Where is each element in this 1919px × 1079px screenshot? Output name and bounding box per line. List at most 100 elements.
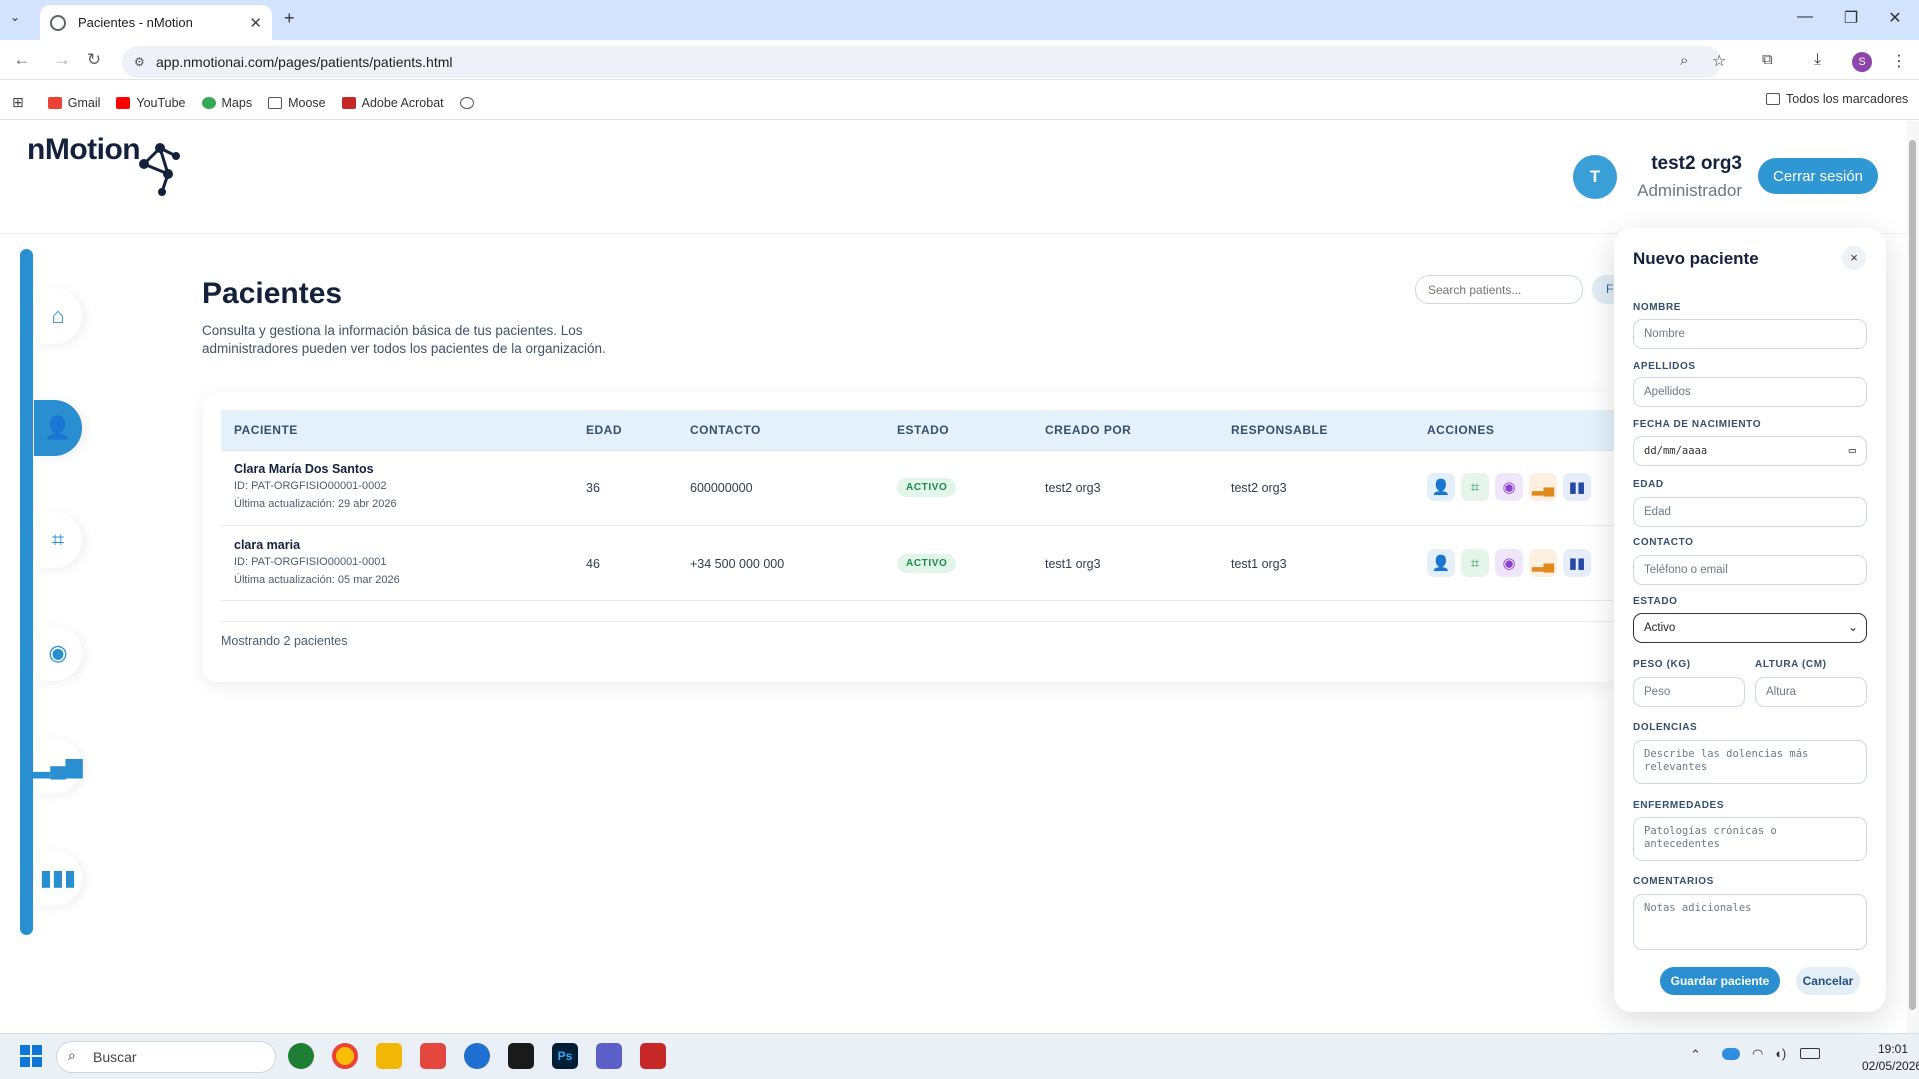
col-creado-por[interactable]: CREADO POR (1045, 423, 1131, 437)
sidebar-item-reports[interactable]: ▮▮▮ (34, 850, 82, 906)
patient-id: ID: PAT-ORGFISIO00001-0002 (234, 480, 387, 492)
eye-action-icon[interactable]: ◉ (1495, 473, 1523, 501)
app-circle-icon[interactable] (464, 1043, 490, 1069)
user-avatar[interactable]: T (1573, 155, 1617, 199)
signal-action-icon[interactable]: ▂▄ (1529, 473, 1557, 501)
address-bar[interactable]: app.nmotionai.com/pages/patients/patient… (122, 46, 1722, 78)
signal-action-icon[interactable]: ▂▄ (1529, 549, 1557, 577)
patient-name[interactable]: clara maria (234, 538, 300, 552)
wifi-icon[interactable]: ◠ (1752, 1046, 1763, 1062)
apps-grid-icon[interactable]: ⊞ (12, 94, 24, 111)
sidebar-item-home[interactable]: ⌂ (34, 288, 82, 344)
body-scan-action-icon[interactable]: ⌗ (1461, 549, 1489, 577)
battery-icon[interactable] (1800, 1048, 1820, 1059)
col-estado[interactable]: ESTADO (897, 423, 949, 437)
nombre-field[interactable]: Nombre (1633, 319, 1867, 349)
col-acciones: ACCIONES (1427, 423, 1495, 437)
browser-tab[interactable]: Pacientes - nMotion ✕ (40, 5, 272, 40)
status-badge: ACTIVO (897, 478, 957, 497)
patient-id: ID: PAT-ORGFISIO00001-0001 (234, 556, 387, 568)
onedrive-icon[interactable] (1722, 1048, 1740, 1060)
acrobat-icon[interactable] (640, 1043, 666, 1069)
profile-avatar[interactable]: S (1852, 52, 1872, 72)
cancel-button[interactable]: Cancelar (1796, 967, 1860, 995)
apellidos-field[interactable]: Apellidos (1633, 377, 1867, 407)
taskbar-clock[interactable]: 19:01 02/05/2026 (1862, 1041, 1919, 1075)
label-nombre: NOMBRE (1633, 302, 1682, 313)
teams-icon[interactable] (596, 1043, 622, 1069)
altura-field[interactable]: Altura (1755, 677, 1867, 707)
taskbar-search[interactable]: Buscar (56, 1041, 276, 1073)
patient-updated: Última actualización: 29 abr 2026 (234, 498, 397, 510)
terminal-icon[interactable] (508, 1043, 534, 1069)
back-icon[interactable]: ← (10, 50, 34, 70)
calendar-icon[interactable]: ▭ (1849, 443, 1856, 457)
edad-field[interactable]: Edad (1633, 497, 1867, 527)
volume-icon[interactable]: ◖) (1774, 1046, 1786, 1061)
estado-select[interactable]: Activo ⌄ (1633, 613, 1867, 643)
download-icon[interactable]: ⤓ (1814, 51, 1821, 69)
restore-icon[interactable]: ❐ (1836, 8, 1866, 28)
bar-chart-action-icon[interactable]: ▮▮ (1563, 473, 1591, 501)
bar-chart-action-icon[interactable]: ▮▮ (1563, 549, 1591, 577)
sidebar-item-signals[interactable]: ▂▄▆ (33, 738, 83, 794)
photoshop-icon[interactable]: Ps (552, 1043, 578, 1069)
signal-chart-icon: ▂▄▆ (33, 753, 83, 778)
bookmark-youtube[interactable]: YouTube (116, 96, 186, 110)
windows-start-icon[interactable] (20, 1045, 42, 1067)
bookmark-gmail[interactable]: Gmail (47, 96, 100, 110)
body-scan-icon: ⌗ (51, 527, 65, 552)
sidebar-item-patients[interactable]: 👤 (34, 400, 82, 456)
label-fecha: FECHA DE NACIMIENTO (1633, 419, 1762, 430)
profile-action-icon[interactable]: 👤 (1427, 473, 1455, 501)
bookmark-star-icon[interactable]: ☆ (1712, 51, 1726, 71)
forward-icon[interactable]: → (50, 50, 74, 70)
search-input[interactable] (1415, 275, 1583, 304)
body-scan-action-icon[interactable]: ⌗ (1461, 473, 1489, 501)
contacto-field[interactable]: Teléfono o email (1633, 555, 1867, 585)
sidebar-item-body-scan[interactable]: ⌗ (34, 512, 82, 568)
all-bookmarks[interactable]: Todos los marcadores (1766, 92, 1908, 106)
close-tab-icon[interactable]: ✕ (249, 14, 262, 32)
globe-icon (50, 14, 66, 31)
bookmark-moose[interactable]: Moose (268, 96, 326, 110)
reload-icon[interactable]: ↻ (82, 50, 106, 70)
bookmark-acrobat[interactable]: Adobe Acrobat (341, 96, 444, 110)
new-tab-button[interactable]: + (284, 8, 295, 29)
scrollbar-thumb[interactable] (1909, 140, 1916, 1010)
bookmark-maps[interactable]: Maps (201, 96, 252, 110)
peso-field[interactable]: Peso (1633, 677, 1745, 707)
col-contacto[interactable]: CONTACTO (690, 423, 761, 437)
site-info-icon[interactable]: ⚙ (134, 55, 145, 69)
extensions-icon[interactable]: ⧉ (1762, 51, 1773, 68)
patient-contact: +34 500 000 000 (690, 557, 785, 571)
col-responsable[interactable]: RESPONSABLE (1231, 423, 1328, 437)
save-patient-button[interactable]: Guardar paciente (1660, 967, 1780, 995)
chrome-icon[interactable] (332, 1043, 358, 1069)
comentarios-textarea[interactable]: Notas adicionales (1633, 894, 1867, 950)
minimize-icon[interactable]: — (1790, 8, 1820, 26)
profile-action-icon[interactable]: 👤 (1427, 549, 1455, 577)
tab-search-icon[interactable]: ⌄ (10, 10, 20, 24)
col-paciente[interactable]: PACIENTE (234, 423, 298, 437)
zoom-icon[interactable]: ⌕ (1680, 52, 1688, 69)
col-edad[interactable]: EDAD (586, 423, 622, 437)
menu-icon[interactable]: ⋮ (1891, 51, 1907, 71)
edge-icon[interactable] (288, 1043, 314, 1069)
close-window-icon[interactable]: ✕ (1880, 8, 1910, 28)
dolencias-textarea[interactable]: Describe las dolencias más relevantes (1633, 740, 1867, 784)
chevron-up-icon[interactable]: ⌃ (1690, 1047, 1701, 1063)
sidebar-item-vision[interactable]: ◉ (34, 625, 82, 681)
enfermedades-textarea[interactable]: Patologías crónicas o antecedentes (1633, 817, 1867, 861)
logout-button[interactable]: Cerrar sesión (1758, 158, 1878, 194)
close-icon[interactable]: × (1842, 246, 1866, 270)
bookmark-globe[interactable] (459, 96, 480, 109)
file-explorer-icon[interactable] (376, 1043, 402, 1069)
eye-action-icon[interactable]: ◉ (1495, 549, 1523, 577)
row-actions: 👤 ⌗ ◉ ▂▄ ▮▮ (1427, 473, 1591, 501)
user-name: test2 org3 (1651, 153, 1742, 174)
row-divider (221, 450, 1618, 451)
birthdate-field[interactable]: dd/mm/aaaa ▭ (1633, 436, 1867, 466)
patient-name[interactable]: Clara María Dos Santos (234, 462, 374, 476)
anydesk-icon[interactable] (420, 1043, 446, 1069)
